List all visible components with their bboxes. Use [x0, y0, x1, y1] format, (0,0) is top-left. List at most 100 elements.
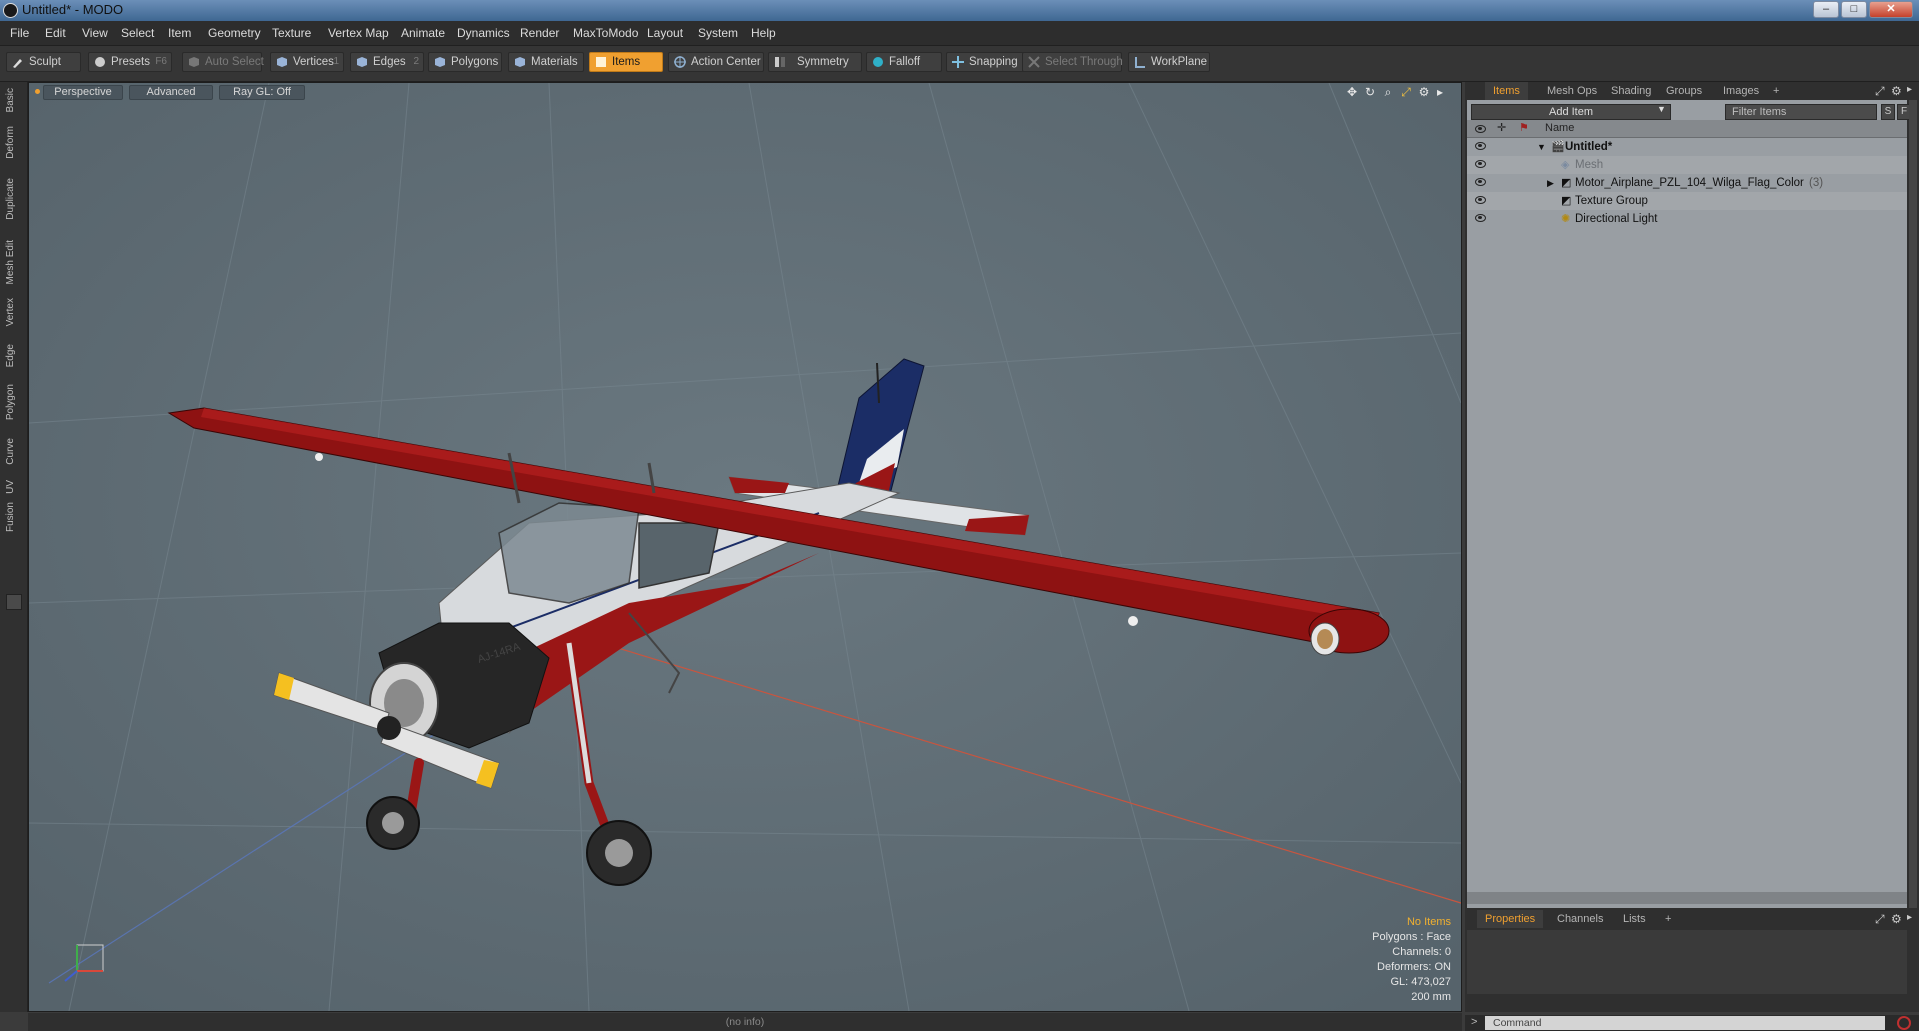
visibility-eye-icon[interactable]	[1475, 214, 1486, 222]
panel-menu-arrow-icon[interactable]: ▸	[1907, 84, 1912, 95]
edges-button[interactable]: Edges 2	[350, 52, 424, 72]
item-row-directional-light[interactable]: ✺ Directional Light	[1467, 210, 1907, 228]
tab-curve[interactable]: Curve	[5, 438, 21, 465]
view-type-dropdown[interactable]: Perspective	[43, 85, 123, 100]
panel-gear-icon[interactable]: ⚙	[1891, 84, 1902, 98]
menu-dynamics[interactable]: Dynamics	[457, 26, 510, 40]
tab-properties[interactable]: Properties	[1477, 910, 1544, 928]
action-center-button[interactable]: Action Center	[668, 52, 764, 72]
panel-expand-icon[interactable]: ⤢	[1875, 84, 1885, 99]
tab-items[interactable]: Items	[1485, 82, 1528, 100]
tab-images[interactable]: Images	[1715, 82, 1767, 100]
snapping-button[interactable]: Snapping	[946, 52, 1028, 72]
filter-s-button[interactable]: S	[1881, 104, 1895, 120]
workplane-button[interactable]: WorkPlane	[1128, 52, 1210, 72]
record-macro-icon[interactable]	[1897, 1016, 1911, 1030]
auto-select-icon	[189, 57, 199, 67]
props-menu-arrow-icon[interactable]: ▸	[1907, 912, 1912, 923]
menu-system[interactable]: System	[698, 26, 738, 40]
main-toolbar: Sculpt Presets F6 Auto Select Vertices 1…	[0, 46, 1919, 82]
vertices-button[interactable]: Vertices 1	[270, 52, 344, 72]
sculpt-button[interactable]: Sculpt	[6, 52, 81, 72]
action-center-label: Action Center	[691, 56, 761, 68]
visibility-eye-icon[interactable]	[1475, 178, 1486, 186]
tab-mesh-edit[interactable]: Mesh Edit	[5, 240, 21, 284]
filter-items-input[interactable]: Filter Items	[1725, 104, 1877, 120]
falloff-button[interactable]: Falloff	[866, 52, 942, 72]
presets-button[interactable]: Presets F6	[88, 52, 172, 72]
item-child-count: (3)	[1809, 177, 1824, 189]
presets-icon	[95, 57, 105, 67]
menu-select[interactable]: Select	[121, 26, 154, 40]
tab-vertex[interactable]: Vertex	[5, 298, 21, 326]
visibility-eye-icon[interactable]	[1475, 142, 1486, 150]
tab-lists[interactable]: Lists	[1615, 910, 1654, 928]
menu-file[interactable]: File	[10, 26, 29, 40]
tab-channels[interactable]: Channels	[1549, 910, 1611, 928]
tab-edge[interactable]: Edge	[5, 344, 21, 367]
props-gear-icon[interactable]: ⚙	[1891, 912, 1902, 926]
viewport-menu-arrow-icon[interactable]: ▸	[1433, 85, 1447, 99]
tab-fusion[interactable]: Fusion	[5, 502, 21, 532]
name-column-header[interactable]: Name	[1545, 122, 1574, 134]
add-item-dropdown[interactable]: Add Item	[1471, 104, 1671, 120]
tab-uv[interactable]: UV	[5, 480, 21, 494]
tab-groups[interactable]: Groups	[1658, 82, 1710, 100]
tab-duplicate[interactable]: Duplicate	[5, 178, 21, 220]
stats-polygons: Polygons : Face	[1372, 931, 1451, 943]
menu-item[interactable]: Item	[168, 26, 191, 40]
items-list-header: ✛ ⚑ Name	[1467, 120, 1907, 138]
maximize-viewport-icon[interactable]: ⤢	[1399, 85, 1413, 99]
item-row-airplane[interactable]: ▶ ◩ Motor_Airplane_PZL_104_Wilga_Flag_Co…	[1467, 174, 1907, 192]
menu-maxtomodo[interactable]: MaxToModo	[573, 26, 638, 40]
menu-geometry[interactable]: Geometry	[208, 26, 261, 40]
collapse-arrow-icon[interactable]: ▼	[1537, 138, 1546, 156]
close-button[interactable]: ✕	[1869, 1, 1913, 18]
item-row-mesh[interactable]: ◈ Mesh	[1467, 156, 1907, 174]
pan-icon[interactable]: ✥	[1345, 85, 1359, 99]
tab-basic[interactable]: Basic	[5, 88, 21, 112]
materials-button[interactable]: Materials	[508, 52, 584, 72]
menu-edit[interactable]: Edit	[45, 26, 66, 40]
3d-viewport[interactable]: AJ-14RA Perspective Advanced Ray GL: Off…	[28, 82, 1462, 1012]
item-row-scene[interactable]: ▼ 🎬 Untitled*	[1467, 138, 1907, 156]
tab-expand-button[interactable]	[6, 594, 22, 610]
menu-texture[interactable]: Texture	[272, 26, 311, 40]
polygons-button[interactable]: Polygons	[428, 52, 502, 72]
visibility-eye-icon[interactable]	[1475, 196, 1486, 204]
tab-polygon[interactable]: Polygon	[5, 384, 21, 420]
menu-vertex-map[interactable]: Vertex Map	[328, 26, 389, 40]
items-horizontal-scrollbar[interactable]	[1467, 892, 1907, 904]
visibility-eye-icon[interactable]	[1475, 160, 1486, 168]
items-mode-button[interactable]: Items	[589, 52, 663, 72]
menu-render[interactable]: Render	[520, 26, 559, 40]
add-props-tab-button[interactable]: +	[1657, 910, 1679, 928]
menu-animate[interactable]: Animate	[401, 26, 445, 40]
items-vertical-scrollbar[interactable]	[1909, 100, 1917, 908]
maximize-button[interactable]: □	[1841, 1, 1867, 18]
zoom-icon[interactable]: ⌕	[1381, 85, 1395, 99]
action-center-icon	[674, 56, 686, 68]
viewport-settings-gear-icon[interactable]: ⚙	[1417, 85, 1431, 99]
props-expand-icon[interactable]: ⤢	[1875, 912, 1885, 927]
rotate-icon[interactable]: ↻	[1363, 85, 1377, 99]
menu-view[interactable]: View	[82, 26, 108, 40]
command-input[interactable]: Command	[1485, 1016, 1885, 1030]
tab-deform[interactable]: Deform	[5, 126, 21, 159]
select-through-button[interactable]: Select Through	[1022, 52, 1123, 72]
item-row-texture-group[interactable]: ◩ Texture Group	[1467, 192, 1907, 210]
viewport-active-dot-icon	[35, 89, 40, 94]
right-panel: Items Mesh Ops Shading Groups Images + ⤢…	[1465, 82, 1919, 1012]
add-tab-button[interactable]: +	[1765, 82, 1787, 100]
raygl-toggle[interactable]: Ray GL: Off	[219, 85, 305, 100]
expand-arrow-icon[interactable]: ▶	[1547, 174, 1554, 192]
shading-mode-dropdown[interactable]: Advanced	[129, 85, 213, 100]
minimize-button[interactable]: –	[1813, 1, 1839, 18]
auto-select-button[interactable]: Auto Select	[182, 52, 264, 72]
symmetry-button[interactable]: Symmetry	[768, 52, 862, 72]
menu-layout[interactable]: Layout	[647, 26, 683, 40]
tab-mesh-ops[interactable]: Mesh Ops	[1539, 82, 1605, 100]
tab-shading[interactable]: Shading	[1603, 82, 1659, 100]
stats-selection: No Items	[1406, 916, 1451, 928]
menu-help[interactable]: Help	[751, 26, 776, 40]
